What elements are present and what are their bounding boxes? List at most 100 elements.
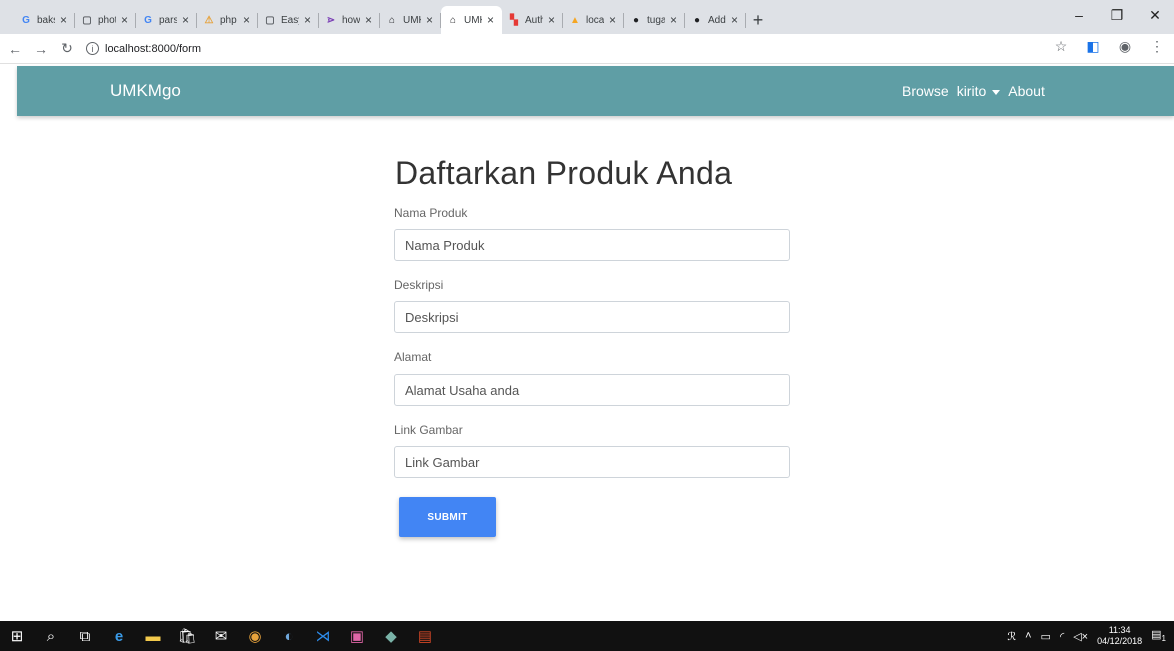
tab-favicon-icon: G xyxy=(22,14,30,26)
tab-title: Addin xyxy=(708,14,726,26)
screen: Gbakso× ▢photo× Gparsin× ⚠php -× ▢Easy× … xyxy=(0,0,1174,651)
file-explorer-icon[interactable]: ▬ xyxy=(136,621,170,651)
browser-tab[interactable]: ⋗ how t × xyxy=(319,6,380,34)
browser-tab[interactable]: ● Addin × xyxy=(685,6,746,34)
chrome-icon[interactable]: ◉ xyxy=(238,621,272,651)
edge-browser-icon[interactable]: e xyxy=(102,621,136,651)
nav-link-browse[interactable]: Browse xyxy=(902,83,949,99)
tab-favicon-icon: ▚ xyxy=(510,14,518,26)
tab-favicon-icon: ⚠ xyxy=(204,14,214,26)
search-icon[interactable]: ⌕ xyxy=(34,621,68,651)
tray-chevron-up-icon[interactable]: ˄ xyxy=(1025,630,1031,642)
window-controls: – ❐ ✕ xyxy=(1060,0,1174,30)
tab-favicon-icon: ⌂ xyxy=(388,14,396,26)
app-icon-pink[interactable]: ▣ xyxy=(340,621,374,651)
browser-tab[interactable]: ▢ Easy × xyxy=(258,6,319,34)
back-icon[interactable]: ← xyxy=(4,38,26,60)
caret-down-icon xyxy=(992,89,1001,95)
clock-time: 11:34 xyxy=(1108,625,1131,635)
browser-toolbar: ← → ↻ i localhost:8000/form ☆ ◧ ◉ ⋮ xyxy=(0,34,1174,64)
profile-icon[interactable]: ◉ xyxy=(1116,38,1134,55)
browser-tab[interactable]: Gparsin × xyxy=(136,6,197,34)
people-icon[interactable]: ℛ xyxy=(1007,630,1016,643)
wifi-icon[interactable]: ◜ xyxy=(1060,630,1064,643)
clock[interactable]: 11:34 04/12/2018 xyxy=(1097,625,1142,647)
browser-tab[interactable]: ▚ Authe × xyxy=(502,6,563,34)
tab-close-icon[interactable]: × xyxy=(304,13,313,27)
tab-title: parsin xyxy=(159,14,177,26)
tab-close-icon[interactable]: × xyxy=(609,13,618,27)
tab-favicon-icon: ▢ xyxy=(82,14,92,26)
store-icon[interactable]: 🛍 xyxy=(170,621,204,651)
link-gambar-input[interactable] xyxy=(394,446,790,478)
tab-favicon-icon: G xyxy=(144,14,152,26)
battery-icon[interactable]: ▭ xyxy=(1041,630,1051,643)
tab-title: how t xyxy=(342,14,360,26)
minimize-icon[interactable]: – xyxy=(1060,0,1098,30)
link-gambar-label: Link Gambar xyxy=(394,423,463,437)
new-tab-button[interactable]: + xyxy=(746,6,770,34)
powerpoint-icon[interactable]: ▤ xyxy=(408,621,442,651)
toolbar-actions: ☆ ◧ ◉ ⋮ xyxy=(1052,38,1166,55)
tab-favicon-icon: ⌂ xyxy=(449,14,457,26)
tab-close-icon[interactable]: × xyxy=(121,13,130,27)
task-view-icon[interactable]: ⧉ xyxy=(68,621,102,651)
reload-icon[interactable]: ↻ xyxy=(56,38,78,60)
tab-favicon-icon: ● xyxy=(693,14,701,26)
vscode-icon[interactable]: ⋊ xyxy=(306,621,340,651)
tab-close-icon[interactable]: × xyxy=(548,13,557,27)
user-dropdown[interactable]: kirito xyxy=(957,83,1001,99)
windows-taskbar: ⊞ ⌕ ⧉ e ▬ 🛍 ✉ ◉ ◐ ⋊ ▣ ◆ ▤ ℛ ˄ ▭ ◜ ◁× 11:… xyxy=(0,621,1174,651)
tab-close-icon[interactable]: × xyxy=(60,13,69,27)
notification-icon[interactable]: ▤1 xyxy=(1151,628,1166,643)
mail-icon[interactable]: ✉ xyxy=(204,621,238,651)
browser-tab[interactable]: ⌂ UMKI × xyxy=(380,6,441,34)
alamat-input[interactable] xyxy=(394,374,790,406)
system-tray: ℛ ˄ ▭ ◜ ◁× 11:34 04/12/2018 ▤1 xyxy=(1007,621,1166,651)
browser-tab[interactable]: ▲ localh × xyxy=(563,6,624,34)
tab-favicon-icon: ▲ xyxy=(570,14,580,26)
browser-tab[interactable]: Gbakso × xyxy=(14,6,75,34)
tab-favicon-icon: ● xyxy=(632,14,640,26)
extension-icon[interactable]: ◧ xyxy=(1084,38,1102,55)
app-navbar: UMKMgo Browse kirito About xyxy=(17,66,1174,116)
tab-close-icon[interactable]: × xyxy=(426,13,435,27)
tab-close-icon[interactable]: × xyxy=(182,13,191,27)
submit-button[interactable]: SUBMIT xyxy=(399,497,496,537)
brand-logo[interactable]: UMKMgo xyxy=(110,81,181,101)
browser-tab[interactable]: ● tugas × xyxy=(624,6,685,34)
navbar-links: Browse kirito About xyxy=(902,83,1045,99)
nav-link-about[interactable]: About xyxy=(1008,83,1045,99)
tab-close-icon[interactable]: × xyxy=(243,13,252,27)
tab-title: Easy xyxy=(281,14,299,26)
close-window-icon[interactable]: ✕ xyxy=(1136,0,1174,30)
site-info-icon[interactable]: i xyxy=(86,42,99,55)
windows-start-icon[interactable]: ⊞ xyxy=(0,621,34,651)
restore-icon[interactable]: ❐ xyxy=(1098,0,1136,30)
forward-icon[interactable]: → xyxy=(30,38,52,60)
tab-title: php - xyxy=(220,14,238,26)
browser-tab-strip: Gbakso× ▢photo× Gparsin× ⚠php -× ▢Easy× … xyxy=(0,0,1174,34)
browser-tab[interactable]: ▢ photo × xyxy=(75,6,136,34)
tab-favicon-icon: ⋗ xyxy=(326,14,336,26)
volume-icon[interactable]: ◁× xyxy=(1073,630,1088,643)
browser-tab-active[interactable]: ⌂ UMKI × xyxy=(441,6,502,34)
address-bar[interactable]: i localhost:8000/form xyxy=(86,37,1086,61)
nama-produk-label: Nama Produk xyxy=(394,206,468,220)
browser-tab[interactable]: ⚠ php - × xyxy=(197,6,258,34)
tab-title: Authe xyxy=(525,14,543,26)
tab-close-icon[interactable]: × xyxy=(670,13,679,27)
menu-kebab-icon[interactable]: ⋮ xyxy=(1148,38,1166,55)
tab-close-icon[interactable]: × xyxy=(487,13,496,27)
tab-close-icon[interactable]: × xyxy=(731,13,740,27)
deskripsi-input[interactable] xyxy=(394,301,790,333)
alamat-label: Alamat xyxy=(394,350,432,364)
git-icon[interactable]: ◆ xyxy=(374,621,408,651)
bookmark-star-icon[interactable]: ☆ xyxy=(1052,38,1070,55)
tab-title: bakso xyxy=(37,14,55,26)
url-text[interactable]: localhost:8000/form xyxy=(105,43,201,55)
steam-icon[interactable]: ◐ xyxy=(272,621,306,651)
nama-produk-input[interactable] xyxy=(394,229,790,261)
tab-title: UMKI xyxy=(464,14,482,26)
tab-close-icon[interactable]: × xyxy=(365,13,374,27)
